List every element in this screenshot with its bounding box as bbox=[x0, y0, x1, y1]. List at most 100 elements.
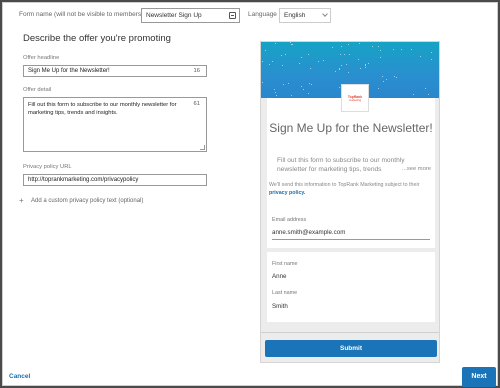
banner-speckle bbox=[420, 56, 421, 57]
banner-speckle bbox=[299, 63, 300, 64]
language-select[interactable]: English bbox=[279, 8, 331, 23]
banner-speckle bbox=[393, 49, 394, 50]
banner-speckle bbox=[281, 55, 282, 56]
add-privacy-text-link[interactable]: + Add a custom privacy policy text (opti… bbox=[19, 196, 211, 205]
form-name-label: Form name (will not be visible to member… bbox=[19, 11, 144, 18]
banner-speckle bbox=[265, 50, 266, 51]
banner-speckle bbox=[368, 63, 369, 64]
last-name-value[interactable]: Smith bbox=[272, 303, 288, 310]
banner-speckle bbox=[358, 59, 359, 60]
banner-speckle bbox=[386, 79, 387, 80]
banner-speckle bbox=[411, 49, 412, 50]
banner-speckle bbox=[301, 57, 302, 58]
banner-speckle bbox=[348, 44, 349, 45]
detail-char-count: 61 bbox=[193, 101, 200, 107]
banner-speckle bbox=[378, 46, 379, 47]
last-name-label: Last name bbox=[272, 290, 298, 296]
banner-speckle bbox=[339, 68, 340, 69]
banner-speckle bbox=[394, 76, 395, 77]
banner-speckle bbox=[428, 94, 429, 95]
headline-char-count: 16 bbox=[193, 68, 200, 74]
banner-speckle bbox=[262, 61, 263, 62]
section-title: Describe the offer you're promoting bbox=[23, 33, 171, 44]
first-name-value[interactable]: Anne bbox=[272, 273, 286, 280]
banner-speckle bbox=[380, 50, 381, 51]
preview-title: Sign Me Up for the Newsletter! bbox=[269, 121, 433, 135]
submit-button[interactable]: Submit bbox=[265, 340, 437, 357]
banner-speckle bbox=[372, 46, 373, 47]
banner-speckle bbox=[359, 43, 360, 44]
banner-speckle bbox=[323, 60, 324, 61]
banner-speckle bbox=[348, 72, 349, 73]
detail-textarea[interactable]: Fill out this form to subscribe to our m… bbox=[23, 97, 207, 152]
banner-speckle bbox=[346, 64, 347, 65]
form-preview: TopRank marketing Sign Me Up for the New… bbox=[260, 41, 440, 363]
banner-speckle bbox=[290, 42, 291, 43]
next-button[interactable]: Next bbox=[462, 367, 496, 387]
banner-speckle bbox=[380, 57, 381, 58]
banner-speckle bbox=[269, 64, 270, 65]
banner-speckle bbox=[382, 76, 383, 77]
cancel-button[interactable]: Cancel bbox=[9, 373, 30, 380]
banner-speckle bbox=[308, 54, 309, 55]
banner-speckle bbox=[301, 86, 302, 87]
banner-speckle bbox=[365, 67, 366, 68]
banner-speckle bbox=[335, 71, 336, 72]
privacy-url-input[interactable]: http://toprankmarketing.com/privacypolic… bbox=[23, 174, 207, 186]
offer-panel: Describe the offer you're promoting Offe… bbox=[19, 33, 211, 205]
banner-speckle bbox=[344, 54, 345, 55]
banner-speckle bbox=[308, 93, 309, 94]
banner-speckle bbox=[292, 44, 293, 45]
resize-handle-icon[interactable] bbox=[200, 145, 205, 150]
calendar-icon[interactable] bbox=[229, 12, 236, 19]
add-privacy-text-label: Add a custom privacy policy text (option… bbox=[31, 197, 144, 204]
privacy-policy-link[interactable]: privacy policy. bbox=[269, 190, 305, 196]
form-name-input[interactable]: Newsletter Sign Up bbox=[141, 8, 240, 23]
headline-label: Offer headline bbox=[23, 55, 60, 61]
banner-speckle bbox=[431, 52, 432, 53]
language-label: Language bbox=[248, 11, 277, 18]
banner-speckle bbox=[340, 54, 341, 55]
form-name-value: Newsletter Sign Up bbox=[146, 12, 202, 19]
banner-speckle bbox=[288, 83, 289, 84]
banner-speckle bbox=[291, 44, 292, 45]
banner-speckle bbox=[275, 43, 276, 44]
chevron-down-icon bbox=[322, 11, 328, 17]
preview-description: Fill out this form to subscribe to our m… bbox=[277, 156, 431, 174]
headline-value: Sign Me Up for the Newsletter! bbox=[28, 68, 110, 74]
banner-speckle bbox=[339, 87, 340, 88]
see-more-link[interactable]: ...see more bbox=[400, 165, 431, 174]
consent-text: We'll send this information to TopRank M… bbox=[269, 182, 435, 197]
first-name-label: First name bbox=[272, 261, 298, 267]
banner-speckle bbox=[272, 61, 273, 62]
detail-label: Offer detail bbox=[23, 87, 52, 93]
banner-speckle bbox=[262, 82, 263, 83]
banner-speckle bbox=[275, 92, 276, 93]
banner-speckle bbox=[276, 95, 277, 96]
banner-speckle bbox=[311, 84, 312, 85]
banner-speckle bbox=[425, 88, 426, 89]
email-field[interactable]: Email address anne.smith@example.com bbox=[267, 208, 435, 248]
email-value: anne.smith@example.com bbox=[272, 229, 346, 236]
preview-divider bbox=[261, 332, 439, 333]
banner-speckle bbox=[413, 94, 414, 95]
banner-speckle bbox=[365, 65, 366, 66]
banner-speckle bbox=[332, 47, 333, 48]
banner-speckle bbox=[431, 59, 432, 60]
banner-speckle bbox=[291, 95, 292, 96]
banner-speckle bbox=[396, 77, 397, 78]
detail-value: Fill out this form to subscribe to our m… bbox=[28, 102, 177, 116]
banner-speckle bbox=[349, 54, 350, 55]
company-logo: TopRank marketing bbox=[341, 84, 369, 112]
preview-description-text: Fill out this form to subscribe to our m… bbox=[277, 157, 405, 173]
language-value: English bbox=[284, 12, 306, 19]
banner-speckle bbox=[378, 88, 379, 89]
headline-input[interactable]: Sign Me Up for the Newsletter! 16 bbox=[23, 65, 207, 77]
form-settings-row: Form name (will not be visible to member… bbox=[3, 7, 497, 23]
email-label: Email address bbox=[272, 217, 307, 223]
form-builder-window: Form name (will not be visible to member… bbox=[2, 2, 498, 387]
banner-speckle bbox=[360, 68, 361, 69]
name-fields: First name Anne Last name Smith bbox=[267, 252, 435, 322]
banner-speckle bbox=[401, 49, 402, 50]
banner-speckle bbox=[339, 69, 340, 70]
